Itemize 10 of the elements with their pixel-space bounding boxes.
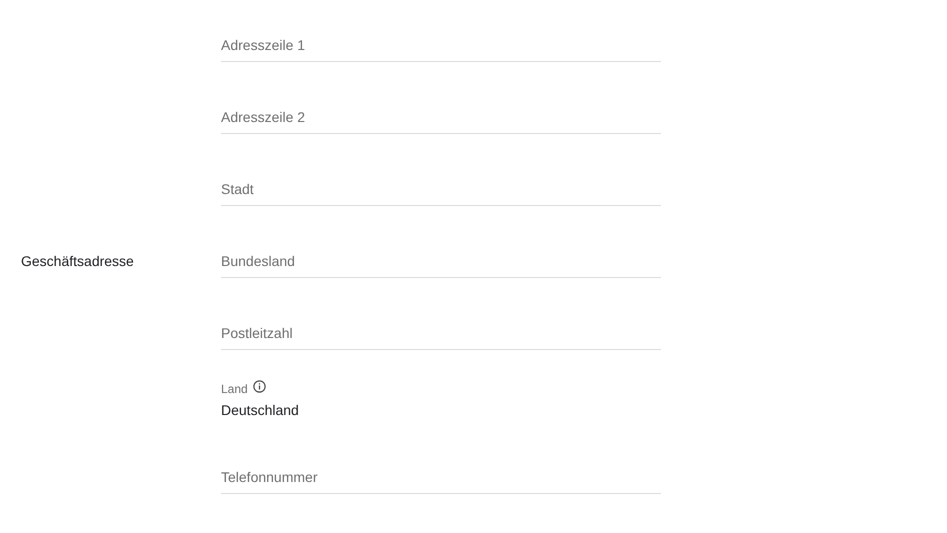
- info-icon[interactable]: [252, 380, 266, 392]
- input-field[interactable]: Stadt: [221, 172, 661, 206]
- input-field[interactable]: Postleitzahl: [221, 316, 661, 350]
- input-field[interactable]: Adresszeile 1: [221, 28, 661, 62]
- input-field[interactable]: Telefonnummer: [221, 460, 661, 494]
- field-value: Deutschland: [221, 401, 300, 419]
- input-field[interactable]: Bundesland: [221, 244, 661, 278]
- section-label: Geschäftsadresse: [21, 252, 134, 268]
- input-field[interactable]: Adresszeile 2: [221, 100, 661, 134]
- field-label: Land: [221, 382, 248, 396]
